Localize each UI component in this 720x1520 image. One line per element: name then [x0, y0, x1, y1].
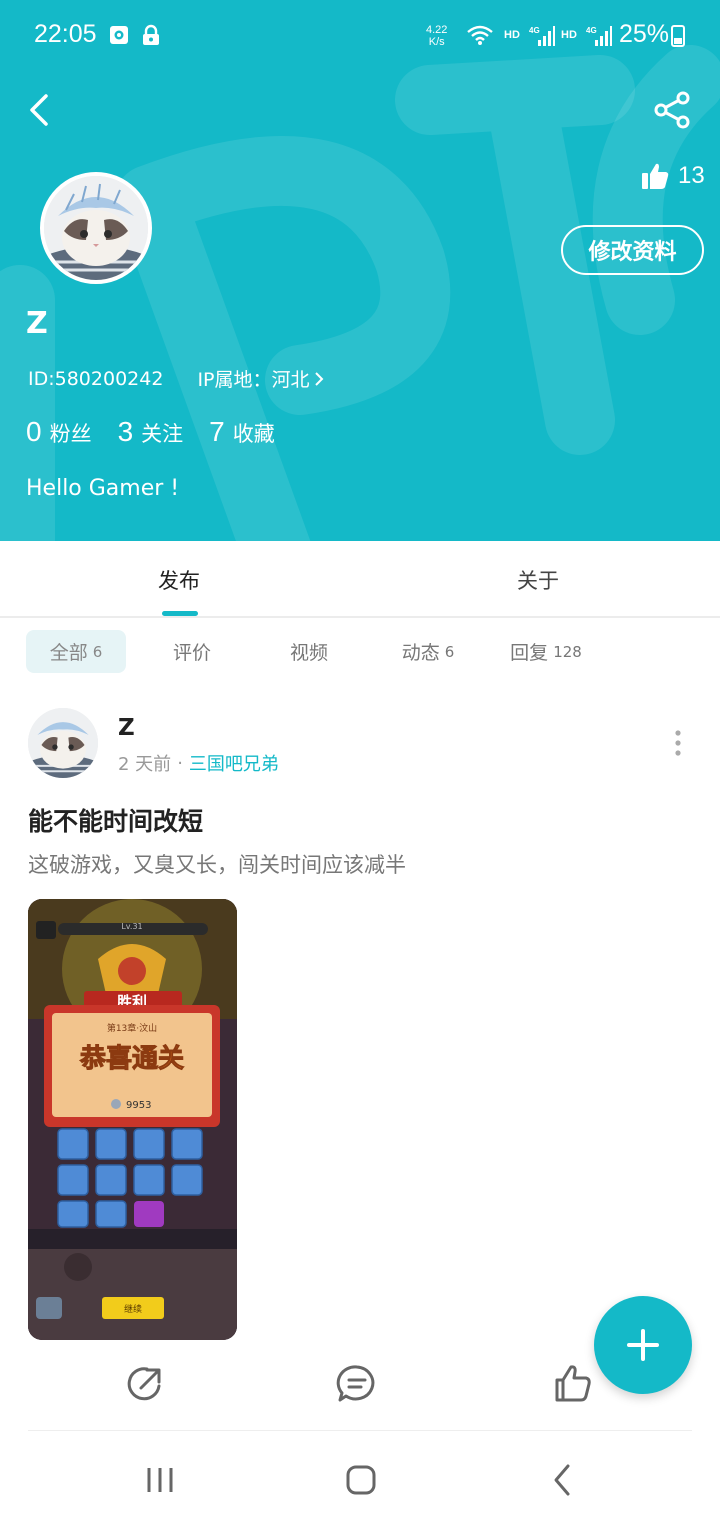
game-continue-text: 继续 — [124, 1303, 142, 1315]
stat-followers-label: 粉丝 — [49, 422, 92, 446]
game-level-text: Lv.31 — [121, 922, 142, 931]
avatar[interactable] — [40, 172, 152, 284]
post-time: 2 天前 — [118, 754, 172, 775]
signal-icon-2: 4G — [586, 26, 612, 46]
post-meta: 2 天前 · 三国吧兄弟 — [118, 750, 279, 776]
filter-replies-count: 128 — [553, 642, 582, 661]
likes-counter[interactable]: 13 — [640, 160, 705, 192]
profile-stats: 0 粉丝 3 关注 7 收藏 — [26, 416, 301, 448]
stat-favorites[interactable]: 7 收藏 — [209, 416, 275, 448]
network-speed: 4.22 K/s — [426, 24, 448, 48]
signal-icon: 4G — [529, 26, 555, 46]
game-chapter-text: 第13章·汶山 — [107, 1022, 157, 1034]
status-time: 22:05 — [34, 20, 97, 48]
back-icon[interactable] — [22, 90, 58, 130]
stat-followers[interactable]: 0 粉丝 — [26, 416, 92, 448]
svg-text:4G: 4G — [529, 26, 540, 35]
profile-tabs: 发布 关于 — [0, 541, 720, 618]
chevron-right-icon — [314, 371, 323, 386]
game-screenshot: Lv.31 胜利 第13章·汶山 恭喜通关 9953 继续 — [28, 899, 237, 1340]
hd-badge-2: HD — [561, 29, 577, 41]
home-icon[interactable] — [341, 1460, 381, 1500]
likes-count: 13 — [678, 162, 705, 189]
filter-replies-label: 回复 — [510, 642, 549, 664]
screen-record-icon — [110, 26, 128, 44]
stat-following-label: 关注 — [141, 422, 184, 446]
stat-favorites-label: 收藏 — [232, 422, 275, 446]
game-headline-text: 恭喜通关 — [79, 1044, 184, 1074]
recents-icon[interactable] — [140, 1460, 180, 1500]
cat-avatar-image — [28, 708, 98, 778]
meta-separator: · — [177, 752, 183, 774]
battery-icon — [671, 25, 685, 47]
ip-location[interactable]: IP属地：河北 — [197, 365, 323, 392]
nav-back-icon[interactable] — [543, 1460, 583, 1500]
stat-favorites-count: 7 — [209, 416, 225, 447]
stat-following[interactable]: 3 关注 — [118, 416, 184, 448]
stat-followers-count: 0 — [26, 416, 42, 447]
post-filter-bar: 全部 6 评价 视频 动态 6 回复 128 — [0, 630, 720, 674]
status-bar: 22:05 4.22 K/s HD 4G HD 4G 25% — [0, 0, 720, 72]
divider — [28, 1430, 692, 1431]
post-image[interactable]: Lv.31 胜利 第13章·汶山 恭喜通关 9953 继续 — [28, 899, 237, 1340]
like-icon[interactable] — [551, 1362, 595, 1406]
share-arrow-icon[interactable] — [123, 1362, 167, 1406]
post-title[interactable]: 能不能时间改短 — [28, 802, 203, 838]
user-id: ID:580200242 — [28, 367, 164, 390]
filter-replies[interactable]: 回复 128 — [500, 630, 592, 673]
filter-moments-count: 6 — [444, 642, 455, 661]
filter-all-count: 6 — [92, 642, 103, 661]
system-nav-bar — [0, 1440, 720, 1520]
filter-videos-label: 视频 — [289, 642, 328, 664]
hd-badge: HD — [504, 29, 520, 41]
battery-percent: 25% — [619, 20, 670, 48]
post-author-name[interactable]: Z — [118, 715, 135, 741]
lock-icon — [143, 24, 159, 45]
svg-text:4G: 4G — [586, 26, 597, 35]
more-vertical-icon[interactable] — [668, 726, 688, 760]
thumbs-up-icon — [642, 163, 669, 189]
tab-posts[interactable]: 发布 — [158, 565, 200, 595]
post-body[interactable]: 这破游戏，又臭又长，闯关时间应该减半 — [28, 849, 406, 879]
cat-avatar-image — [44, 176, 148, 280]
filter-moments-label: 动态 — [401, 642, 440, 664]
share-icon[interactable] — [652, 90, 692, 130]
wifi-icon — [467, 25, 493, 45]
profile-header: 22:05 4.22 K/s HD 4G HD 4G 25% 13 修改资料 Z… — [0, 0, 720, 541]
post-group-link[interactable]: 三国吧兄弟 — [189, 750, 279, 776]
filter-moments[interactable]: 动态 6 — [386, 630, 470, 673]
tab-about[interactable]: 关于 — [517, 565, 559, 595]
filter-videos[interactable]: 视频 — [269, 630, 349, 673]
filter-all-label: 全部 — [49, 642, 88, 664]
stat-following-count: 3 — [117, 416, 134, 447]
game-coins-text: 9953 — [126, 1100, 151, 1111]
edit-profile-button[interactable]: 修改资料 — [561, 225, 704, 275]
username: Z — [26, 306, 48, 341]
filter-reviews[interactable]: 评价 — [152, 630, 232, 673]
post-author-avatar[interactable] — [28, 708, 98, 778]
comment-icon[interactable] — [335, 1362, 379, 1406]
tab-active-indicator — [162, 611, 198, 616]
bio: Hello Gamer ! — [26, 476, 180, 501]
user-id-line: ID:580200242 IP属地：河北 — [28, 365, 324, 392]
filter-reviews-label: 评价 — [172, 642, 211, 664]
filter-all[interactable]: 全部 6 — [26, 630, 126, 673]
ip-location-label: IP属地：河北 — [197, 369, 310, 391]
create-post-button[interactable] — [594, 1296, 692, 1394]
